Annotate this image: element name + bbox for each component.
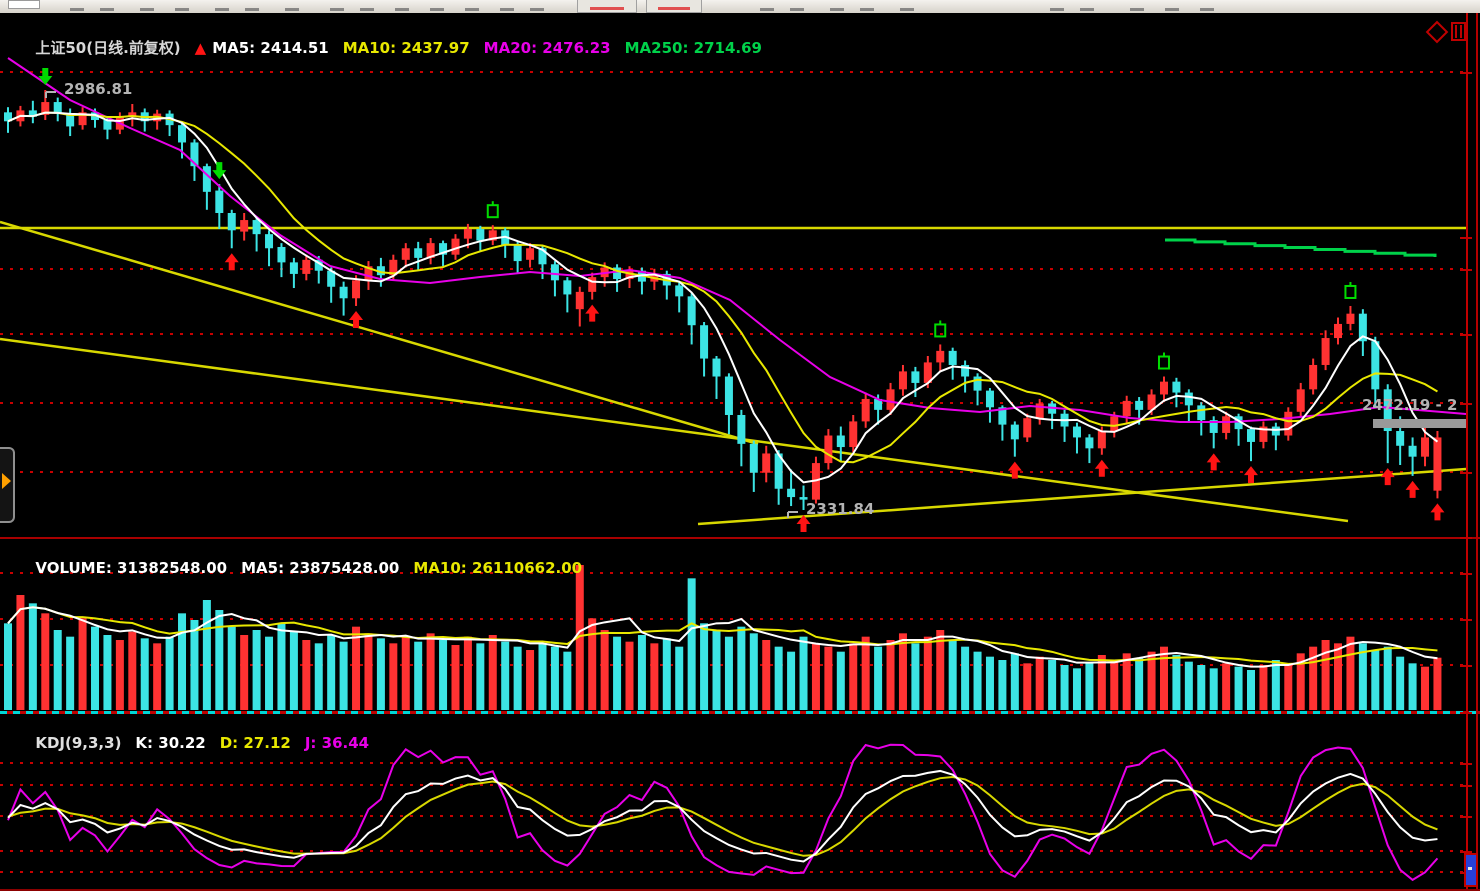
low-price-label: 2331.84 — [806, 500, 874, 518]
axis-tick — [1460, 269, 1472, 271]
volume-panel-separator[interactable] — [0, 537, 1480, 539]
toolbar-item-cutoff[interactable] — [140, 8, 154, 11]
axis-tick — [1460, 237, 1472, 239]
toolbar-item-cutoff[interactable] — [1050, 8, 1064, 11]
toolbar-item-cutoff[interactable] — [245, 8, 259, 11]
kdj-d-label: D: 27.12 — [220, 734, 291, 752]
toolbar-item-cutoff[interactable] — [175, 8, 189, 11]
axis-tick — [1460, 537, 1472, 539]
kdj-panel[interactable]: KDJ(9,3,3) K: 30.22 D: 27.12 J: 36.44 — [0, 714, 1480, 889]
toolbar-button[interactable] — [646, 0, 702, 13]
chart-corner-tools — [1429, 22, 1466, 41]
toolbar-button[interactable] — [577, 0, 637, 13]
up-arrow-icon: ▲ — [195, 39, 207, 57]
ma20-label: MA20: 2476.23 — [484, 39, 611, 57]
axis-tick — [1460, 403, 1472, 405]
kdj-panel-separator[interactable] — [0, 711, 1480, 714]
axis-tick — [1460, 573, 1472, 575]
toolbar-item-cutoff[interactable] — [100, 8, 114, 11]
toolbar-item-cutoff[interactable] — [1130, 8, 1144, 11]
toolbar-item-cutoff[interactable] — [285, 8, 299, 11]
candlestick-canvas[interactable] — [0, 13, 1480, 537]
toolbar-item-cutoff[interactable] — [215, 8, 229, 11]
toolbar-item-cutoff[interactable] — [900, 8, 914, 11]
right-axis-line — [1466, 13, 1468, 889]
volume-value-label: VOLUME: 31382548.00 — [35, 559, 227, 577]
axis-tick — [1460, 619, 1472, 621]
flyout-arrow-icon — [2, 473, 11, 489]
toolbar-item-cutoff[interactable] — [330, 8, 344, 11]
kdj-j-label: J: 36.44 — [305, 734, 369, 752]
volume-panel[interactable]: VOLUME: 31382548.00 MA5: 23875428.00 MA10:… — [0, 539, 1480, 711]
main-chart-header: 上证50(日线.前复权) ▲ MA5: 2414.51 MA10: 2437.97 MA… — [4, 19, 776, 76]
kdj-k-label: K: 30.22 — [135, 734, 205, 752]
toolbar-item-cutoff[interactable] — [790, 8, 804, 11]
toolbar-item-cutoff[interactable] — [500, 8, 514, 11]
diamond-icon[interactable] — [1426, 20, 1449, 43]
trendline-price-label: 2472.19 - 2 — [1362, 396, 1457, 414]
right-border-line — [1476, 13, 1478, 889]
axis-tick — [1460, 816, 1472, 818]
toolbar-item-cutoff[interactable] — [1080, 8, 1094, 11]
axis-tick — [1460, 472, 1472, 474]
toolbar-item-cutoff[interactable] — [1165, 8, 1179, 11]
toolbar-item-cutoff[interactable] — [70, 8, 84, 11]
toolbar-item-cutoff[interactable] — [395, 8, 409, 11]
top-toolbar[interactable] — [0, 0, 1480, 14]
toolbar-item-cutoff[interactable] — [830, 8, 844, 11]
toolbar-item-cutoff[interactable] — [760, 8, 774, 11]
axis-tick — [1460, 334, 1472, 336]
volume-ma10-label: MA10: 26110662.00 — [413, 559, 582, 577]
toolbar-white-box[interactable] — [8, 0, 40, 9]
corner-widget[interactable] — [1464, 853, 1478, 887]
axis-tick — [1460, 72, 1472, 74]
main-chart-panel[interactable]: 上证50(日线.前复权) ▲ MA5: 2414.51 MA10: 2437.97 MA… — [0, 13, 1480, 537]
volume-ma5-label: MA5: 23875428.00 — [241, 559, 399, 577]
window-icon[interactable] — [1451, 22, 1466, 41]
axis-tick — [1460, 665, 1472, 667]
toolbar-item-cutoff[interactable] — [1200, 8, 1214, 11]
axis-tick — [1460, 712, 1472, 714]
ma10-label: MA10: 2437.97 — [343, 39, 470, 57]
symbol-title: 上证50(日线.前复权) — [35, 39, 180, 57]
kdj-title-label: KDJ(9,3,3) — [35, 734, 121, 752]
axis-tick — [1460, 785, 1472, 787]
axis-tick — [1460, 763, 1472, 765]
ma5-label: MA5: 2414.51 — [212, 39, 329, 57]
peak-price-label: 2986.81 — [64, 80, 132, 98]
sidebar-flyout-handle[interactable] — [0, 447, 15, 523]
toolbar-item-cutoff[interactable] — [860, 8, 874, 11]
kdj-header: KDJ(9,3,3) K: 30.22 D: 27.12 J: 36.44 — [4, 716, 383, 770]
toolbar-item-cutoff[interactable] — [465, 8, 479, 11]
stock-app-window: 上证50(日线.前复权) ▲ MA5: 2414.51 MA10: 2437.97 MA… — [0, 0, 1480, 891]
ma250-label: MA250: 2714.69 — [625, 39, 762, 57]
volume-header: VOLUME: 31382548.00 MA5: 23875428.00 MA10:… — [4, 541, 596, 595]
toolbar-item-cutoff[interactable] — [430, 8, 444, 11]
toolbar-item-cutoff[interactable] — [530, 8, 544, 11]
toolbar-item-cutoff[interactable] — [360, 8, 374, 11]
